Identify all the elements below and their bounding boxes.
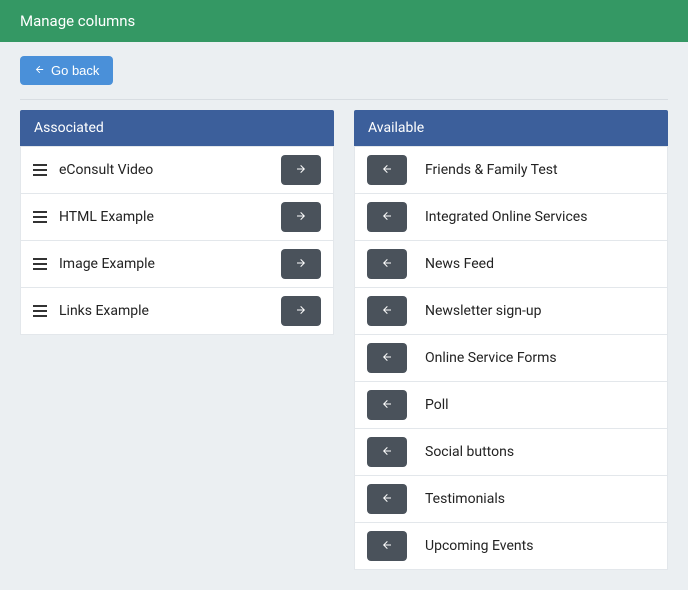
associated-row-label: Links Example — [59, 303, 269, 319]
associated-panel: Associated eConsult Video HTML Example Ima… — [20, 110, 334, 335]
arrow-left-icon — [381, 492, 393, 507]
move-right-button[interactable] — [281, 296, 321, 326]
move-left-button[interactable] — [367, 155, 407, 185]
arrow-left-icon — [381, 257, 393, 272]
available-panel-header: Available — [354, 110, 668, 146]
go-back-button[interactable]: Go back — [20, 56, 113, 85]
arrow-left-icon — [381, 539, 393, 554]
arrow-right-icon — [295, 163, 307, 178]
available-row[interactable]: Newsletter sign-up — [354, 288, 668, 335]
move-left-button[interactable] — [367, 437, 407, 467]
associated-row-label: eConsult Video — [59, 162, 269, 178]
available-row-label: News Feed — [425, 256, 655, 272]
associated-panel-title: Associated — [34, 120, 104, 136]
available-panel-body: Friends & Family Test Integrated Online S… — [354, 146, 668, 570]
arrow-right-icon — [295, 210, 307, 225]
associated-row[interactable]: eConsult Video — [20, 146, 334, 194]
move-left-button[interactable] — [367, 249, 407, 279]
arrow-left-icon — [381, 210, 393, 225]
available-row-label: Social buttons — [425, 444, 655, 460]
available-row-label: Online Service Forms — [425, 350, 655, 366]
available-panel: Available Friends & Family Test Integrate… — [354, 110, 668, 570]
arrow-left-icon — [34, 63, 45, 78]
available-row[interactable]: Testimonials — [354, 476, 668, 523]
available-row[interactable]: Online Service Forms — [354, 335, 668, 382]
associated-panel-body: eConsult Video HTML Example Image Example L… — [20, 146, 334, 335]
associated-row[interactable]: Image Example — [20, 241, 334, 288]
arrow-right-icon — [295, 304, 307, 319]
available-panel-title: Available — [368, 120, 424, 136]
associated-row[interactable]: HTML Example — [20, 194, 334, 241]
drag-handle-icon[interactable] — [33, 305, 47, 317]
available-row-label: Upcoming Events — [425, 538, 655, 554]
go-back-label: Go back — [51, 63, 99, 78]
move-right-button[interactable] — [281, 155, 321, 185]
available-row[interactable]: Poll — [354, 382, 668, 429]
move-left-button[interactable] — [367, 202, 407, 232]
toolbar: Go back — [0, 42, 688, 99]
associated-row[interactable]: Links Example — [20, 288, 334, 335]
arrow-left-icon — [381, 163, 393, 178]
available-row[interactable]: Social buttons — [354, 429, 668, 476]
page-title: Manage columns — [20, 12, 135, 30]
associated-row-label: Image Example — [59, 256, 269, 272]
drag-handle-icon[interactable] — [33, 211, 47, 223]
arrow-left-icon — [381, 351, 393, 366]
move-right-button[interactable] — [281, 249, 321, 279]
associated-panel-header: Associated — [20, 110, 334, 146]
available-row-label: Friends & Family Test — [425, 162, 655, 178]
arrow-right-icon — [295, 257, 307, 272]
arrow-left-icon — [381, 398, 393, 413]
columns-container: Associated eConsult Video HTML Example Ima… — [0, 100, 688, 590]
move-left-button[interactable] — [367, 531, 407, 561]
page-header: Manage columns — [0, 0, 688, 42]
arrow-left-icon — [381, 445, 393, 460]
drag-handle-icon[interactable] — [33, 258, 47, 270]
available-row-label: Poll — [425, 397, 655, 413]
associated-row-label: HTML Example — [59, 209, 269, 225]
available-row[interactable]: Upcoming Events — [354, 523, 668, 570]
available-row-label: Newsletter sign-up — [425, 303, 655, 319]
available-row[interactable]: Friends & Family Test — [354, 146, 668, 194]
drag-handle-icon[interactable] — [33, 164, 47, 176]
available-row-label: Integrated Online Services — [425, 209, 655, 225]
move-left-button[interactable] — [367, 390, 407, 420]
move-left-button[interactable] — [367, 343, 407, 373]
available-row-label: Testimonials — [425, 491, 655, 507]
move-left-button[interactable] — [367, 296, 407, 326]
move-left-button[interactable] — [367, 484, 407, 514]
available-row[interactable]: Integrated Online Services — [354, 194, 668, 241]
move-right-button[interactable] — [281, 202, 321, 232]
available-row[interactable]: News Feed — [354, 241, 668, 288]
arrow-left-icon — [381, 304, 393, 319]
